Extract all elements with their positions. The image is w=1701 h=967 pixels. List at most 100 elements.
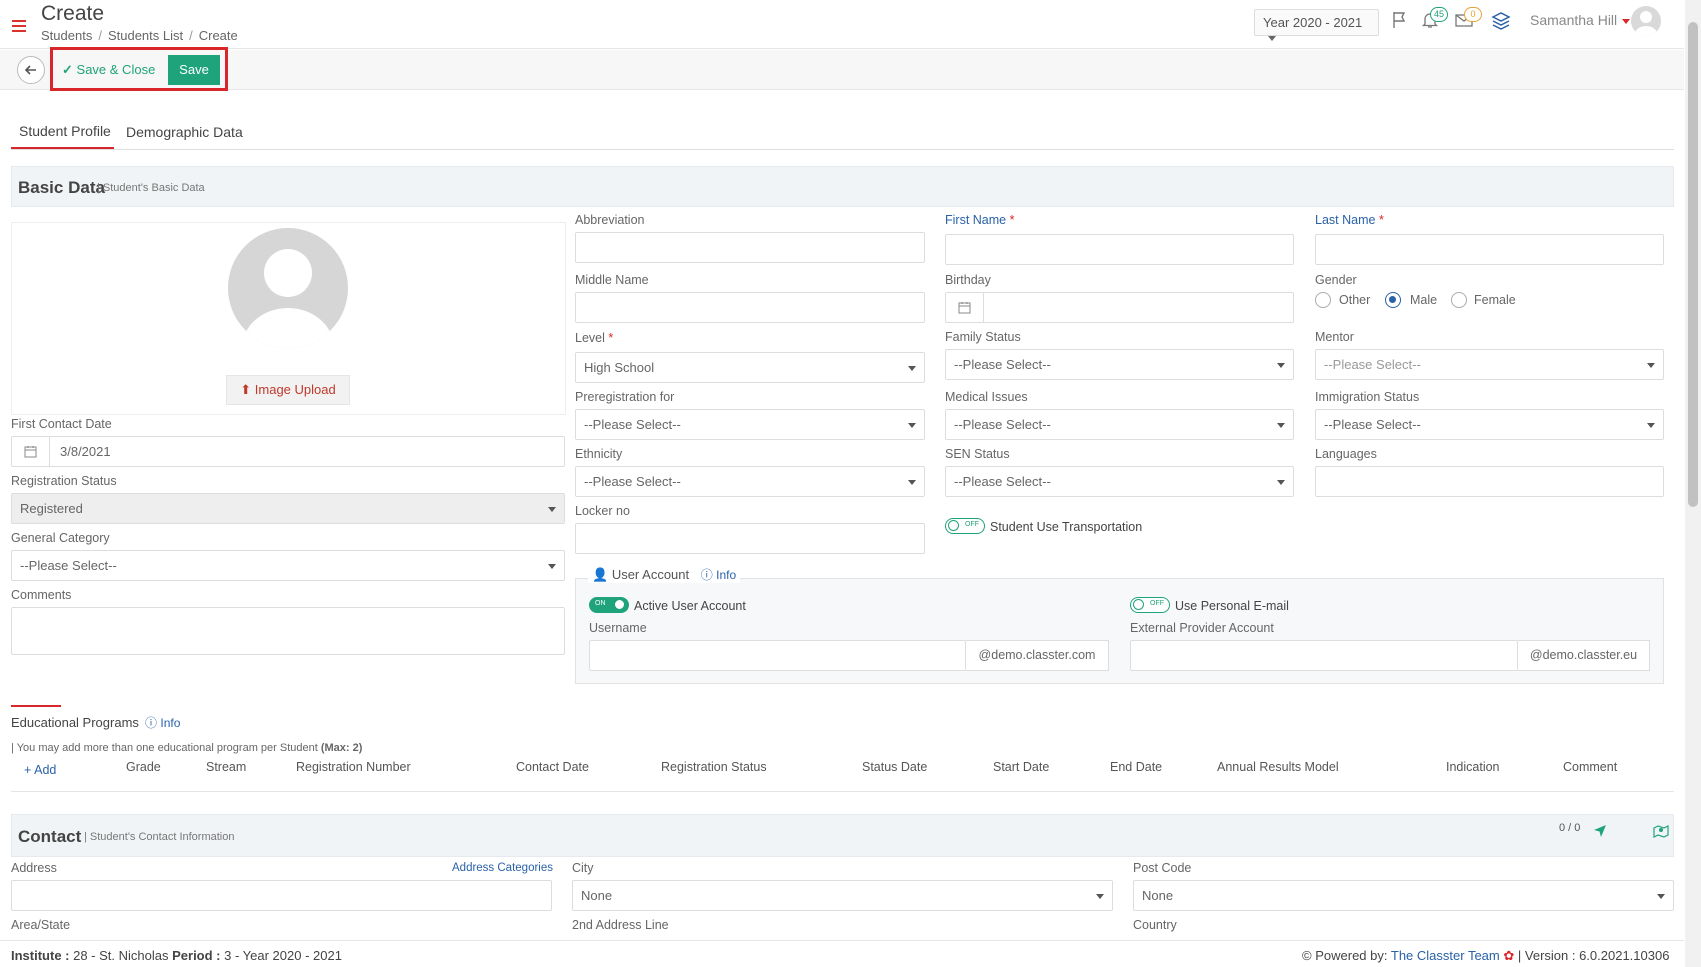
gender-other-radio[interactable] [1315,292,1331,308]
gender-female-radio[interactable] [1451,292,1467,308]
calendar-icon[interactable] [946,293,984,322]
post-code-select[interactable]: None [1133,880,1674,911]
back-button[interactable] [17,56,45,84]
medical-issues-select[interactable]: --Please Select-- [945,409,1294,440]
column-header-stream[interactable]: Stream [206,760,246,774]
breadcrumb-students[interactable]: Students [41,28,92,43]
birthday-input[interactable] [945,292,1294,323]
middle-name-input[interactable] [575,292,925,323]
calendar-icon[interactable] [12,437,50,466]
tab-demographic-data[interactable]: Demographic Data [126,124,243,140]
address-categories-link[interactable]: Address Categories [452,862,553,874]
column-header-registration-status[interactable]: Registration Status [661,760,767,774]
username-label: Username [589,621,647,635]
column-header-comment[interactable]: Comment [1563,760,1617,774]
programs-note: | You may add more than one educational … [11,742,362,754]
general-category-select[interactable]: --Please Select-- [11,550,565,581]
post-code-value: None [1142,888,1174,903]
username-domain-addon: @demo.classter.com [966,640,1109,671]
chevron-down-icon [1657,894,1665,899]
abbreviation-input[interactable] [575,232,925,263]
mentor-select[interactable]: --Please Select-- [1315,349,1664,380]
general-category-label: General Category [11,531,110,545]
last-name-input[interactable] [1315,234,1664,265]
avatar[interactable] [1631,6,1661,36]
general-category-value: --Please Select-- [20,558,117,573]
envelope-icon[interactable]: 0 [1454,7,1482,32]
immigration-status-select[interactable]: --Please Select-- [1315,409,1664,440]
save-and-close-button[interactable]: ✓ Save & Close [58,56,166,84]
column-header-end-date[interactable]: End Date [1110,760,1162,774]
sen-status-select[interactable]: --Please Select-- [945,466,1294,497]
active-user-account-toggle[interactable]: ON [589,597,629,613]
city-value: None [581,888,613,903]
first-name-input[interactable] [945,234,1294,265]
breadcrumb-students-list[interactable]: Students List [108,28,183,43]
image-upload-button[interactable]: ⬆ Image Upload [226,375,350,405]
tab-student-profile[interactable]: Student Profile [19,123,111,139]
year-select[interactable]: Year 2020 - 2021 [1254,9,1379,42]
add-program-button[interactable]: + Add [24,763,56,777]
city-select[interactable]: None [572,880,1113,911]
messages-badge: 0 [1464,7,1482,22]
family-status-select[interactable]: --Please Select-- [945,349,1294,380]
column-header-start-date[interactable]: Start Date [993,760,1049,774]
level-label: Level * [575,331,613,345]
external-provider-input[interactable] [1130,640,1518,671]
personal-email-toggle[interactable]: OFF [1130,597,1170,613]
gender-male-radio[interactable] [1385,292,1401,308]
languages-input[interactable] [1315,466,1664,497]
column-header-registration-number[interactable]: Registration Number [296,760,411,774]
send-icon[interactable] [1593,824,1607,841]
transportation-toggle[interactable]: OFF [945,518,985,534]
toggle-knob [948,520,959,531]
comments-textarea[interactable] [11,607,565,655]
column-header-indication[interactable]: Indication [1446,760,1500,774]
chevron-down-icon [1096,894,1104,899]
column-header-status-date[interactable]: Status Date [862,760,927,774]
programs-max: (Max: 2) [320,742,363,754]
classter-team-link[interactable]: The Classter Team [1391,948,1500,963]
last-name-label-text: Last Name [1315,213,1376,227]
user-menu[interactable]: Samantha Hill [1530,12,1631,28]
preregistration-select[interactable]: --Please Select-- [575,409,925,440]
action-toolbar [0,50,1684,90]
programs-info-link[interactable]: ⓘ Info [145,714,180,731]
locker-no-input[interactable] [575,523,925,554]
map-marker-icon[interactable] [1653,824,1669,841]
upload-icon: ⬆ [240,382,252,397]
username-input[interactable] [589,640,966,671]
scrollbar-thumb[interactable] [1688,22,1698,507]
flag-icon[interactable] [1390,10,1412,32]
column-header-contact-date[interactable]: Contact Date [516,760,589,774]
basic-data-subtitle: | Student's Basic Data [97,182,205,194]
user-account-legend: 👤 User Account ⓘ Info [588,566,741,583]
layers-icon[interactable] [1490,10,1512,32]
column-header-grade[interactable]: Grade [126,760,161,774]
educational-programs-title: Educational Programs [11,715,139,730]
first-contact-date-input[interactable]: 3/8/2021 [11,436,565,467]
save-button[interactable]: Save [168,55,220,85]
user-lock-icon: 👤 [592,567,609,582]
student-photo-placeholder [228,228,348,348]
hamburger-menu-icon[interactable] [12,20,26,32]
chevron-down-icon [908,366,916,371]
arrow-left-icon [24,65,36,75]
footer: Institute : 28 - St. Nicholas Period : 3… [0,940,1684,967]
chevron-down-icon [548,564,556,569]
contact-subtitle: | Student's Contact Information [84,831,235,843]
programs-accent-line [11,705,61,707]
medical-issues-value: --Please Select-- [954,417,1051,432]
chevron-down-icon [1277,423,1285,428]
chevron-down-icon [1647,363,1655,368]
registration-status-select[interactable]: Registered [11,493,565,524]
column-header-annual-results-model[interactable]: Annual Results Model [1217,760,1339,774]
first-name-label: First Name * [945,213,1014,227]
user-account-info-link[interactable]: ⓘ Info [701,568,736,582]
info-icon: ⓘ [700,568,713,582]
gender-other-label: Other [1339,293,1371,307]
address-input[interactable] [11,880,552,911]
bell-icon[interactable]: 45 [1420,7,1449,32]
level-select[interactable]: High School [575,352,925,383]
ethnicity-select[interactable]: --Please Select-- [575,466,925,497]
